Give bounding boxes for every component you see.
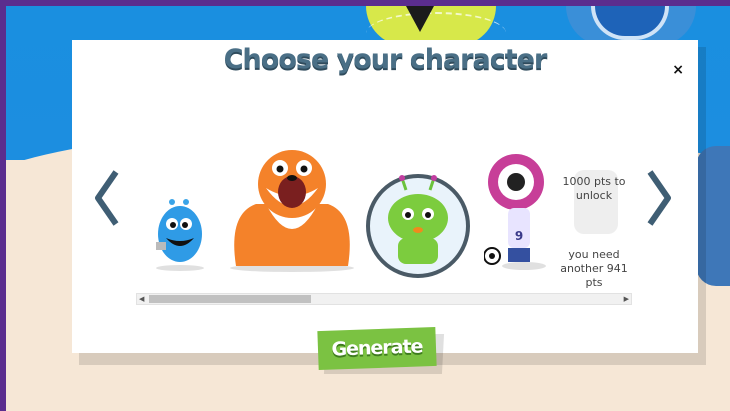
character-dialog: Choose your character × 9 1000 pts to un… (72, 40, 698, 353)
previous-arrow-button[interactable] (94, 168, 120, 228)
next-arrow-button[interactable] (646, 168, 672, 228)
character-blue-monster[interactable] (152, 198, 208, 272)
generate-button[interactable]: Generate (317, 326, 437, 371)
close-icon[interactable]: × (672, 62, 684, 78)
character-scrollbar[interactable]: ◀ ▶ (136, 293, 632, 305)
scrollbar-thumb[interactable] (149, 295, 311, 303)
character-orange-tiger[interactable] (226, 144, 358, 272)
dialog-title: Choose your character (223, 44, 548, 75)
chevron-right-icon (647, 170, 671, 226)
character-purple-eyeball[interactable]: 9 (484, 152, 548, 272)
scroll-left-icon[interactable]: ◀ (139, 294, 144, 304)
scroll-right-icon[interactable]: ▶ (624, 294, 629, 304)
locked-cost-text: 1000 pts to unlock (562, 175, 626, 202)
locked-need-text: you need another 941 pts (560, 248, 628, 289)
background-triangle (406, 6, 434, 32)
svg-text:9: 9 (515, 229, 523, 243)
chevron-left-icon (95, 170, 119, 226)
character-green-alien[interactable] (364, 168, 472, 280)
